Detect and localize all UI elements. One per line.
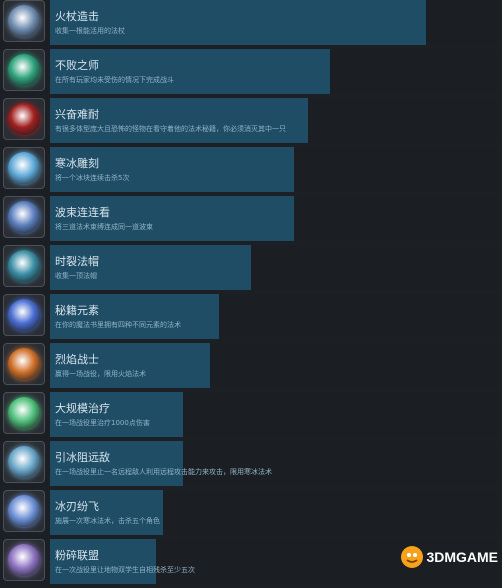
achievement-description: 施展一次寒冰法术，击杀五个角色 xyxy=(55,517,160,525)
demon-eye-icon xyxy=(8,103,40,135)
flame-warrior-icon xyxy=(8,348,40,380)
progress-track xyxy=(50,245,500,290)
achievement-icon-frame xyxy=(3,441,45,483)
achievement-title: 冰刃纷飞 xyxy=(55,500,99,513)
achievement-icon-frame xyxy=(3,294,45,336)
watermark: 3DMGAME xyxy=(401,545,498,569)
achievement-title: 时裂法帽 xyxy=(55,255,99,268)
ice-blades-icon xyxy=(8,495,40,527)
achievement-description: 在一场战役里治疗1000点伤害 xyxy=(55,419,150,427)
achievement-title: 火杖造击 xyxy=(55,10,99,23)
achievement-icon-frame xyxy=(3,539,45,581)
achievement-title: 大规模治疗 xyxy=(55,402,110,415)
achievement-description: 将三道法术束缚连成同一道波束 xyxy=(55,223,153,231)
element-orb-icon xyxy=(8,299,40,331)
achievement-row[interactable]: 时裂法帽收集一顶法帽 xyxy=(0,245,502,294)
achievement-list: 火杖造击收集一根能活用的法杖不败之师在所有玩家均未受伤的情况下完成战斗兴奋难耐有… xyxy=(0,0,502,588)
magic-staff-icon xyxy=(8,5,40,37)
achievement-title: 烈焰战士 xyxy=(55,353,99,366)
achievement-description: 有很多体型庞大且恐怖的怪物在看守着他的法术秘籍，你必须消灭其中一只 xyxy=(55,125,286,133)
achievement-icon-frame xyxy=(3,343,45,385)
achievement-description: 赢得一场战役，限用火焰法术 xyxy=(55,370,146,378)
progress-bar xyxy=(50,0,427,45)
progress-track xyxy=(50,196,500,241)
progress-track xyxy=(50,49,500,94)
achievement-title: 波束连连看 xyxy=(55,206,110,219)
achievement-description: 在一场战役里止一名远程敌人利用远程攻击能力来攻击，限用寒冰法术 xyxy=(55,468,272,476)
achievement-description: 在所有玩家均未受伤的情况下完成战斗 xyxy=(55,76,174,84)
progress-track xyxy=(50,441,500,486)
heal-icon xyxy=(8,397,40,429)
achievement-row[interactable]: 秘籍元素在你的魔法书里拥有四种不同元素的法术 xyxy=(0,294,502,343)
achievement-row[interactable]: 引冰阻远敌在一场战役里止一名远程敌人利用远程攻击能力来攻击，限用寒冰法术 xyxy=(0,441,502,490)
achievement-row[interactable]: 波束连连看将三道法术束缚连成同一道波束 xyxy=(0,196,502,245)
achievement-title: 不败之师 xyxy=(55,59,99,72)
ice-orb-icon xyxy=(8,152,40,184)
shattered-alliance-icon xyxy=(8,544,40,576)
progress-track xyxy=(50,343,500,388)
achievement-description: 将一个冰块连续击杀5次 xyxy=(55,174,130,182)
achievement-row[interactable]: 寒冰雕刻将一个冰块连续击杀5次 xyxy=(0,147,502,196)
achievement-icon-frame xyxy=(3,392,45,434)
achievement-title: 寒冰雕刻 xyxy=(55,157,99,170)
progress-track xyxy=(50,98,500,143)
progress-track xyxy=(50,490,500,535)
progress-track xyxy=(50,392,500,437)
achievement-title: 引冰阻远敌 xyxy=(55,451,110,464)
achievement-description: 收集一顶法帽 xyxy=(55,272,97,280)
achievement-row[interactable]: 冰刃纷飞施展一次寒冰法术，击杀五个角色 xyxy=(0,490,502,539)
achievement-row[interactable]: 不败之师在所有玩家均未受伤的情况下完成战斗 xyxy=(0,49,502,98)
achievement-icon-frame xyxy=(3,196,45,238)
progress-track xyxy=(50,294,500,339)
achievement-row[interactable]: 烈焰战士赢得一场战役，限用火焰法术 xyxy=(0,343,502,392)
3dm-logo-icon xyxy=(401,546,424,568)
achievement-icon-frame xyxy=(3,245,45,287)
progress-track xyxy=(50,0,500,45)
ice-hand-icon xyxy=(8,446,40,478)
achievement-icon-frame xyxy=(3,147,45,189)
watermark-text: 3DMGAME xyxy=(426,549,498,565)
wizard-hat-icon xyxy=(8,250,40,282)
achievement-icon-frame xyxy=(3,490,45,532)
green-arrows-icon xyxy=(8,54,40,86)
achievement-title: 兴奋难耐 xyxy=(55,108,99,121)
achievement-description: 在一次战役里让地物双学生自相残杀至少五次 xyxy=(55,566,195,574)
progress-track xyxy=(50,147,500,192)
achievement-row[interactable]: 大规模治疗在一场战役里治疗1000点伤害 xyxy=(0,392,502,441)
achievement-title: 粉碎联盟 xyxy=(55,549,99,562)
achievement-icon-frame xyxy=(3,0,45,42)
achievement-title: 秘籍元素 xyxy=(55,304,99,317)
achievement-description: 收集一根能活用的法杖 xyxy=(55,27,125,35)
achievement-row[interactable]: 兴奋难耐有很多体型庞大且恐怖的怪物在看守着他的法术秘籍，你必须消灭其中一只 xyxy=(0,98,502,147)
achievement-icon-frame xyxy=(3,49,45,91)
beam-icon xyxy=(8,201,40,233)
achievement-icon-frame xyxy=(3,98,45,140)
achievement-description: 在你的魔法书里拥有四种不同元素的法术 xyxy=(55,321,181,329)
achievement-row[interactable]: 火杖造击收集一根能活用的法杖 xyxy=(0,0,502,49)
